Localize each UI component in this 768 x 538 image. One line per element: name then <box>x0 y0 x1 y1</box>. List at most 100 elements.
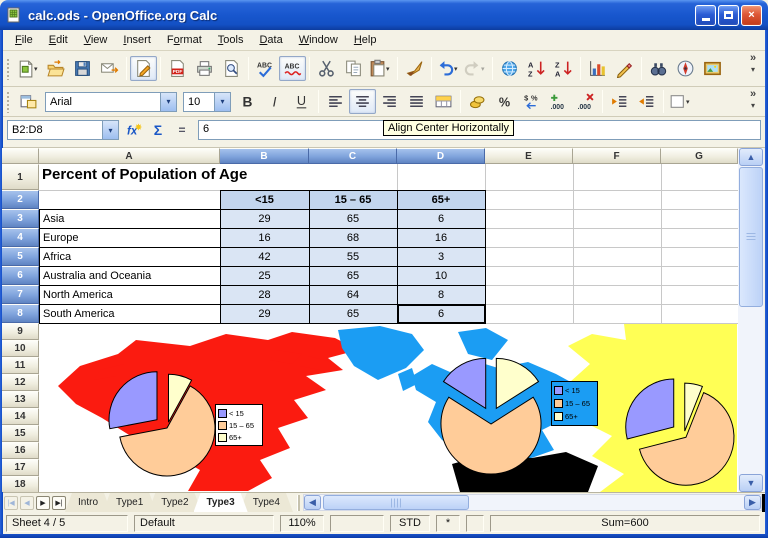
spellcheck-button[interactable]: ABC <box>252 56 279 81</box>
cell-D6[interactable]: 10 <box>397 266 485 285</box>
chevron-down-icon[interactable]: ▾ <box>214 93 230 111</box>
cell-D3[interactable]: 6 <box>397 209 485 228</box>
cell-D7[interactable]: 8 <box>397 285 485 304</box>
add-decimal-button[interactable]: .000 <box>545 89 572 114</box>
toolbar-grip[interactable] <box>6 58 11 80</box>
row-header-15[interactable]: 15 <box>2 425 39 442</box>
row-header-3[interactable]: 3 <box>2 209 39 228</box>
format-paintbrush-button[interactable] <box>401 56 428 81</box>
cell-A1-title[interactable]: Percent of Population of Age <box>42 166 247 183</box>
new-document-button[interactable]: ▾ <box>15 56 42 81</box>
scroll-up-button[interactable]: ▲ <box>739 148 763 166</box>
delete-decimal-button[interactable]: .000 <box>572 89 599 114</box>
sort-ascending-button[interactable]: AZ <box>523 56 550 81</box>
menu-data[interactable]: Data <box>251 32 290 48</box>
find-replace-button[interactable] <box>645 56 672 81</box>
row-header-7[interactable]: 7 <box>2 285 39 304</box>
styles-button[interactable] <box>15 89 42 114</box>
equals-button[interactable]: = <box>170 120 194 140</box>
sum-button[interactable]: Σ <box>146 120 170 140</box>
page-preview-button[interactable] <box>218 56 245 81</box>
font-name-combo[interactable]: Arial▾ <box>45 92 177 112</box>
menu-format[interactable]: Format <box>159 32 210 48</box>
autospellcheck-button[interactable]: ABC <box>279 56 306 81</box>
insert-chart-button[interactable] <box>584 56 611 81</box>
name-box[interactable]: B2:D8 ▾ <box>7 120 119 140</box>
cell-B6[interactable]: 25 <box>220 266 309 285</box>
merge-cells-button[interactable] <box>430 89 457 114</box>
horizontal-scrollbar[interactable]: ◀ ▶ <box>303 494 762 511</box>
status-zoom[interactable]: 110% <box>280 515 324 532</box>
font-size-combo[interactable]: 10▾ <box>183 92 231 112</box>
vertical-scroll-thumb[interactable] <box>739 167 763 307</box>
column-header-A[interactable]: A <box>39 148 220 164</box>
row-header-5[interactable]: 5 <box>2 247 39 266</box>
cell-C2[interactable]: 15 – 65 <box>309 190 397 209</box>
tab-splitter[interactable] <box>297 495 300 511</box>
vertical-scrollbar[interactable]: ▲ ▼ <box>738 148 764 492</box>
cell-B2[interactable]: <15 <box>220 190 309 209</box>
function-wizard-button[interactable]: fx <box>122 120 146 140</box>
italic-button[interactable]: I <box>261 89 288 114</box>
row-header-6[interactable]: 6 <box>2 266 39 285</box>
cell-A3[interactable]: Asia <box>41 209 219 228</box>
status-empty[interactable] <box>330 515 384 532</box>
cell-C7[interactable]: 64 <box>309 285 397 304</box>
column-header-B[interactable]: B <box>220 148 309 164</box>
cell-B7[interactable]: 28 <box>220 285 309 304</box>
copy-button[interactable] <box>340 56 367 81</box>
open-button[interactable] <box>42 56 69 81</box>
sort-descending-button[interactable]: ZA <box>550 56 577 81</box>
cell-C3[interactable]: 65 <box>309 209 397 228</box>
align-right-button[interactable] <box>376 89 403 114</box>
menu-window[interactable]: Window <box>291 32 346 48</box>
cell-A6[interactable]: Australia and Oceania <box>41 266 219 285</box>
cut-button[interactable] <box>313 56 340 81</box>
select-all-corner[interactable] <box>2 148 39 164</box>
align-center-button[interactable] <box>349 89 376 114</box>
row-header-12[interactable]: 12 <box>2 374 39 391</box>
align-left-button[interactable] <box>322 89 349 114</box>
cell-C4[interactable]: 68 <box>309 228 397 247</box>
undo-button[interactable]: ▾ <box>435 56 462 81</box>
status-modified-flag[interactable]: * <box>436 515 460 532</box>
chart-object[interactable]: < 1515 – 6565+< 1515 – 6565+ <box>40 324 737 492</box>
save-button[interactable] <box>69 56 96 81</box>
scroll-down-button[interactable]: ▼ <box>739 474 763 492</box>
active-cell-cursor[interactable] <box>397 304 486 324</box>
row-header-9[interactable]: 9 <box>2 323 39 340</box>
decrease-indent-button[interactable] <box>606 89 633 114</box>
underline-button[interactable]: U <box>288 89 315 114</box>
cell-A8[interactable]: South America <box>41 304 219 323</box>
toolbar-overflow-button[interactable]: »▾ <box>745 53 761 75</box>
edit-file-button[interactable] <box>130 56 157 81</box>
status-page-style[interactable]: Default <box>134 515 274 532</box>
next-sheet-button[interactable]: ▶ <box>36 496 50 510</box>
scroll-left-button[interactable]: ◀ <box>304 495 321 510</box>
cell-C5[interactable]: 55 <box>309 247 397 266</box>
last-sheet-button[interactable]: ▶| <box>52 496 66 510</box>
scroll-right-button[interactable]: ▶ <box>744 495 761 510</box>
menu-edit[interactable]: Edit <box>41 32 76 48</box>
row-header-10[interactable]: 10 <box>2 340 39 357</box>
sheet-tab-type3[interactable]: Type3 <box>194 493 248 512</box>
hyperlink-button[interactable] <box>496 56 523 81</box>
row-header-1[interactable]: 1 <box>2 164 39 190</box>
row-header-13[interactable]: 13 <box>2 391 39 408</box>
cell-A4[interactable]: Europe <box>41 228 219 247</box>
status-sum[interactable]: Sum=600 <box>490 515 760 532</box>
cell-grid[interactable]: 123456789101112131415161718Percent of Po… <box>2 164 738 492</box>
borders-button[interactable]: ▾ <box>667 89 694 114</box>
row-header-16[interactable]: 16 <box>2 442 39 459</box>
chevron-down-icon[interactable]: ▾ <box>102 121 118 139</box>
column-header-F[interactable]: F <box>573 148 661 164</box>
cell-B5[interactable]: 42 <box>220 247 309 266</box>
status-selection-mode[interactable]: STD <box>390 515 430 532</box>
chevron-down-icon[interactable]: ▾ <box>160 93 176 111</box>
column-header-E[interactable]: E <box>485 148 573 164</box>
minimize-button[interactable] <box>695 5 716 26</box>
column-header-D[interactable]: D <box>397 148 485 164</box>
column-header-G[interactable]: G <box>661 148 738 164</box>
maximize-button[interactable] <box>718 5 739 26</box>
column-header-C[interactable]: C <box>309 148 397 164</box>
